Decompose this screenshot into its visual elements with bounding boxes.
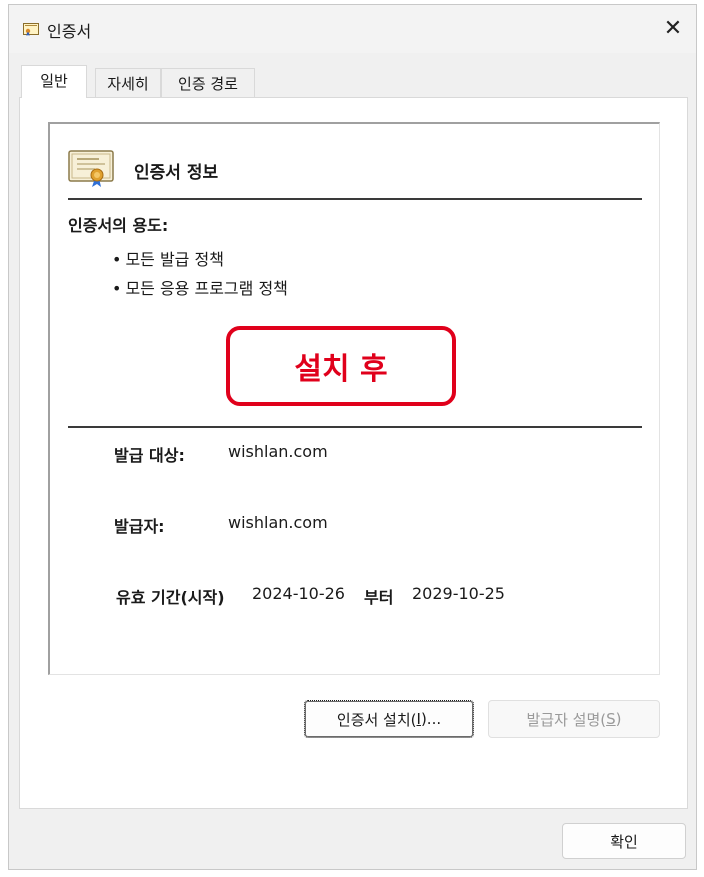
certificate-info-heading: 인증서 정보 [134,163,219,183]
general-tab-panel: 인증서 정보 인증서의 용도: • 모든 발급 정책 • 모든 응용 프로그램 정책… [19,97,688,809]
purposes-heading: 인증서의 용도: [68,216,169,235]
close-icon: ✕ [663,15,683,41]
tab-general[interactable]: 일반 [21,65,87,98]
annotation-box: 설치 후 [226,326,456,406]
validity-from-label: 유효 기간(시작) [116,588,225,607]
window-title: 인증서 [47,22,92,41]
purpose-item: • 모든 발급 정책 [112,250,224,269]
tab-details[interactable]: 자세히 [95,68,161,98]
issued-to-value: wishlan.com [228,442,328,461]
validity-to-label: 부터 [364,588,394,607]
issued-by-value: wishlan.com [228,513,328,532]
certificate-icon [23,23,39,36]
tab-details-label: 자세히 [107,75,149,93]
close-button[interactable]: ✕ [650,5,696,51]
tab-certification-path-label: 인증 경로 [178,75,238,93]
tab-certification-path[interactable]: 인증 경로 [161,68,255,98]
issued-to-label: 발급 대상: [114,446,185,465]
valid-to-value: 2029-10-25 [412,584,505,603]
issued-by-label: 발급자: [114,517,165,536]
purpose-item: • 모든 응용 프로그램 정책 [112,279,288,298]
tab-general-label: 일반 [40,72,68,90]
certificate-icon [68,150,114,187]
certificate-info-panel: 인증서 정보 인증서의 용도: • 모든 발급 정책 • 모든 응용 프로그램 정책… [48,122,660,675]
title-bar[interactable]: 인증서 ✕ [9,5,696,53]
issuer-statement-button[interactable]: 발급자 설명(S) [488,700,660,738]
install-certificate-button[interactable]: 인증서 설치(I)... [304,700,474,738]
valid-from-value: 2024-10-26 [252,584,345,603]
certificate-dialog: 인증서 ✕ 일반 자세히 인증 경로 인증서 정보 인증서의 용도: • 모든 … [8,4,697,870]
divider [68,426,642,428]
ok-button[interactable]: 확인 [562,823,686,859]
divider [68,198,642,200]
